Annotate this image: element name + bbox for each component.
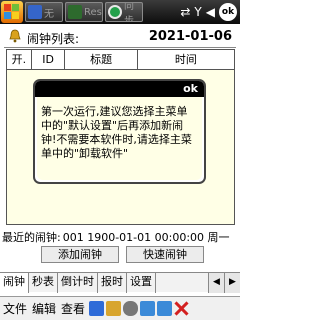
message-dialog: ok 第一次运行,建议您选择主菜单中的"默认设置"后再添加新闹钟!不需要本软件时… bbox=[33, 79, 206, 184]
toolbar-copy-icon[interactable] bbox=[140, 301, 156, 316]
taskbar-item-label: Res bbox=[84, 6, 102, 18]
menu-view[interactable]: 查看 bbox=[61, 300, 85, 317]
volume-icon[interactable]: ◀ bbox=[206, 5, 215, 19]
connectivity-icon[interactable]: ⇄ bbox=[180, 5, 190, 19]
toolbar-open-icon[interactable] bbox=[106, 301, 122, 316]
ok-button[interactable]: ok bbox=[219, 3, 237, 21]
menu-file[interactable]: 文件 bbox=[3, 300, 27, 317]
menu-bar: 文件 编辑 查看 bbox=[0, 296, 240, 320]
toolbar-cursor-icon[interactable] bbox=[89, 301, 105, 316]
taskbar-item-label: 无 bbox=[44, 8, 54, 20]
start-button[interactable] bbox=[1, 1, 23, 23]
table-header: 开. ID 标题 时间 bbox=[7, 50, 234, 70]
add-alarm-button[interactable]: 添加闹钟 bbox=[41, 246, 119, 263]
tab-bar: 闹钟 秒表 倒计时 报时 设置 ◀ ▶ bbox=[0, 272, 240, 293]
list-label: 闹钟列表: bbox=[27, 32, 80, 46]
tab-alarm[interactable]: 闹钟 bbox=[0, 273, 29, 293]
current-date: 2021-01-06 bbox=[148, 29, 232, 44]
bell-icon bbox=[9, 29, 21, 43]
tab-stopwatch[interactable]: 秒表 bbox=[29, 273, 58, 293]
tab-scroll-left-icon[interactable]: ◀ bbox=[208, 273, 224, 293]
tab-scroll-right-icon[interactable]: ▶ bbox=[224, 273, 240, 293]
quick-alarm-button[interactable]: 快速闹钟 bbox=[126, 246, 204, 263]
dialog-message: 第一次运行,建议您选择主菜单中的"默认设置"后再添加新闹钟!不需要本软件时,请选… bbox=[37, 97, 202, 180]
column-title[interactable]: 标题 bbox=[65, 50, 138, 69]
tab-chime[interactable]: 报时 bbox=[98, 273, 127, 293]
status-bar: 无 Res 同步 ⇄ Y ◀ ok bbox=[0, 0, 240, 24]
taskbar-item-1[interactable]: 无 bbox=[25, 2, 63, 22]
app-icon bbox=[68, 5, 82, 19]
taskbar-item-2[interactable]: Res bbox=[65, 2, 103, 22]
toolbar-paste-icon[interactable] bbox=[157, 301, 173, 316]
menu-edit[interactable]: 编辑 bbox=[32, 300, 56, 317]
tab-settings[interactable]: 设置 bbox=[127, 273, 156, 293]
app-icon bbox=[108, 5, 122, 19]
taskbar-item-label: 同步 bbox=[124, 2, 134, 22]
list-header: 闹钟列表: 2021-01-06 bbox=[0, 26, 240, 48]
column-enabled[interactable]: 开. bbox=[7, 50, 32, 69]
app-icon bbox=[28, 5, 42, 19]
column-id[interactable]: ID bbox=[32, 50, 66, 69]
taskbar-item-3[interactable]: 同步 bbox=[105, 2, 143, 22]
toolbar-cut-icon[interactable] bbox=[123, 301, 139, 316]
recent-alarm-value: 001 1900-01-01 00:00:00 周一 bbox=[62, 231, 230, 244]
recent-alarm-label: 最近的闹钟: bbox=[2, 231, 61, 244]
dialog-titlebar: ok bbox=[35, 81, 204, 97]
tab-countdown[interactable]: 倒计时 bbox=[58, 273, 98, 293]
dialog-ok-button[interactable]: ok bbox=[183, 82, 198, 95]
recent-alarm: 最近的闹钟: 001 1900-01-01 00:00:00 周一 bbox=[2, 229, 238, 245]
column-time[interactable]: 时间 bbox=[138, 50, 234, 69]
divider bbox=[4, 47, 236, 48]
toolbar-delete-icon[interactable] bbox=[174, 301, 189, 316]
signal-icon[interactable]: Y bbox=[194, 5, 201, 19]
